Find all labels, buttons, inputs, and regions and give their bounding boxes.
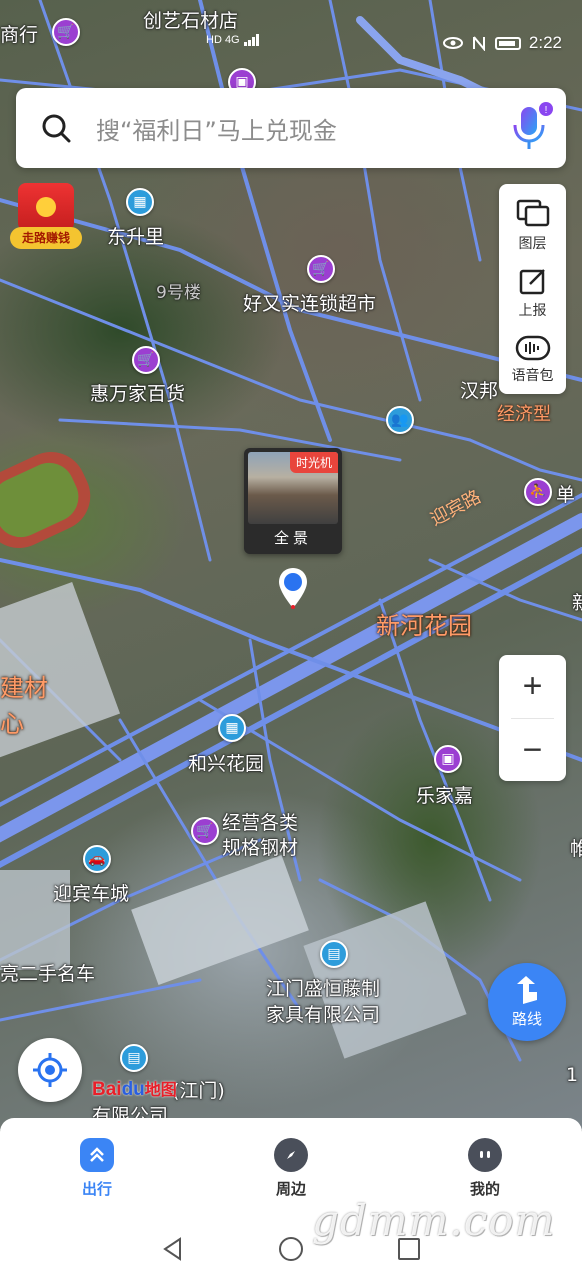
route-arrow-icon (517, 975, 537, 1004)
back-icon[interactable] (160, 1236, 186, 1262)
clock: 2:22 (528, 33, 562, 52)
tab-nearby[interactable]: 周边 (231, 1137, 351, 1199)
zoom-in-button[interactable]: + (499, 655, 566, 718)
voice-search-icon[interactable]: ! (496, 93, 566, 163)
area-label[interactable]: 建材 (0, 668, 48, 703)
map-view[interactable]: HD 4G 2:22 走路赚钱 🛒 商行 创艺石材店 ▣ ▦ 东升里 9号楼 🛒… (0, 0, 582, 1130)
tab-nearby-label: 周边 (275, 1179, 306, 1198)
panorama-preview[interactable]: 时光机 全景 (244, 448, 342, 554)
travel-icon (80, 1137, 114, 1172)
poi-label[interactable]: 创艺石材店 (143, 6, 238, 33)
watermark: gdmm.com (312, 1196, 556, 1245)
poi-label: 家具有限公司 (266, 1004, 381, 1026)
shop-icon[interactable]: ▣ (434, 745, 462, 773)
layers-label: 图层 (518, 235, 547, 252)
restroom-icon[interactable]: 👥 (386, 406, 414, 434)
car-icon[interactable]: 🚗 (83, 845, 111, 873)
walk-reward-label: 走路赚钱 (10, 227, 82, 249)
layers-icon (516, 199, 549, 226)
red-envelope-icon (18, 183, 74, 231)
poi-sublabel: 经济型 (497, 404, 551, 425)
poi-label[interactable]: 汉邦 (460, 376, 498, 403)
company-icon[interactable]: ▤ (120, 1044, 148, 1072)
poi-label: 新 (572, 592, 582, 614)
poi-label[interactable]: 乐家嘉 (416, 781, 473, 808)
svg-text:!: ! (545, 105, 548, 116)
search-input[interactable]: 搜“福利日”马上兑现金 (96, 111, 496, 146)
eye-icon (442, 37, 463, 49)
residential-icon[interactable]: ▦ (126, 188, 154, 216)
current-location-pin[interactable] (277, 566, 309, 610)
voice-pack-button[interactable]: 语音包 (499, 327, 566, 394)
poi-label[interactable]: 东升里 (107, 222, 164, 249)
locate-icon (33, 1053, 67, 1087)
layers-button[interactable]: 图层 (499, 192, 566, 259)
poi-label[interactable]: 惠万家百货 (90, 379, 185, 406)
signal-indicators: HD 4G (206, 34, 260, 46)
walk-reward-button[interactable]: 走路赚钱 (10, 183, 82, 251)
shop-icon[interactable]: 🛒 (191, 817, 219, 845)
shop-icon[interactable]: 🛒 (132, 346, 160, 374)
poi-label[interactable]: 经营各类 (222, 808, 298, 835)
voice-pack-label: 语音包 (511, 368, 554, 385)
report-edit-icon (519, 269, 545, 295)
poi-label: 1 (566, 1064, 579, 1086)
tab-travel-label: 出行 (81, 1179, 112, 1198)
zoom-control: + − (499, 655, 566, 781)
area-label[interactable]: 新河花园 (376, 606, 472, 641)
time-machine-badge: 时光机 (289, 452, 338, 473)
tab-travel[interactable]: 出行 (37, 1137, 157, 1199)
battery-icon (494, 36, 521, 50)
nfc-icon (472, 36, 485, 51)
route-button[interactable]: 路线 (488, 963, 566, 1041)
residential-icon[interactable]: ▦ (218, 714, 246, 742)
signal-icon (243, 34, 259, 46)
network-label: HD 4G (206, 34, 240, 46)
voice-pack-icon (515, 336, 550, 361)
poi-label: 规格钢材 (222, 837, 299, 859)
poi-label[interactable]: 亮二手名车 (0, 959, 95, 986)
poi-label[interactable]: 商行 (0, 20, 38, 47)
baidu-map-logo: Baidu地图 (92, 1079, 177, 1100)
report-button[interactable]: 上报 (499, 259, 566, 326)
search-icon[interactable] (16, 113, 96, 143)
poi-label[interactable]: 好又实连锁超市 (243, 289, 376, 316)
poi-label[interactable]: 江门盛恒藤制 (266, 974, 380, 1001)
status-bar: 2:22 (442, 30, 562, 56)
tab-mine[interactable]: 我的 (425, 1137, 545, 1199)
sports-field (0, 452, 91, 548)
shop-icon[interactable]: 🛒 (307, 255, 335, 283)
poi-label: (江门) (172, 1080, 225, 1102)
report-label: 上报 (518, 302, 547, 319)
poi-label[interactable]: 和兴花园 (188, 749, 264, 776)
map-tools-panel: 图层 上报 语音包 (499, 184, 566, 394)
zoom-out-button[interactable]: − (499, 719, 566, 782)
profile-icon (468, 1137, 502, 1172)
route-label: 路线 (511, 1009, 542, 1028)
compass-icon (274, 1137, 308, 1172)
search-bar[interactable]: 搜“福利日”马上兑现金 ! (16, 88, 566, 168)
poi-label[interactable]: 迎宾车城 (53, 879, 129, 906)
company-icon[interactable]: ▤ (320, 940, 348, 968)
area-label: 心 (0, 710, 24, 738)
locate-me-button[interactable] (18, 1038, 82, 1102)
poi-label[interactable]: 单 (556, 480, 575, 507)
panorama-label: 全景 (273, 529, 312, 547)
shop-icon[interactable]: 🛒 (52, 18, 80, 46)
fitness-icon[interactable]: ⛹ (524, 478, 552, 506)
building-label[interactable]: 9号楼 (156, 278, 201, 303)
poi-label: 帷 (570, 838, 582, 860)
home-icon[interactable] (278, 1236, 304, 1262)
